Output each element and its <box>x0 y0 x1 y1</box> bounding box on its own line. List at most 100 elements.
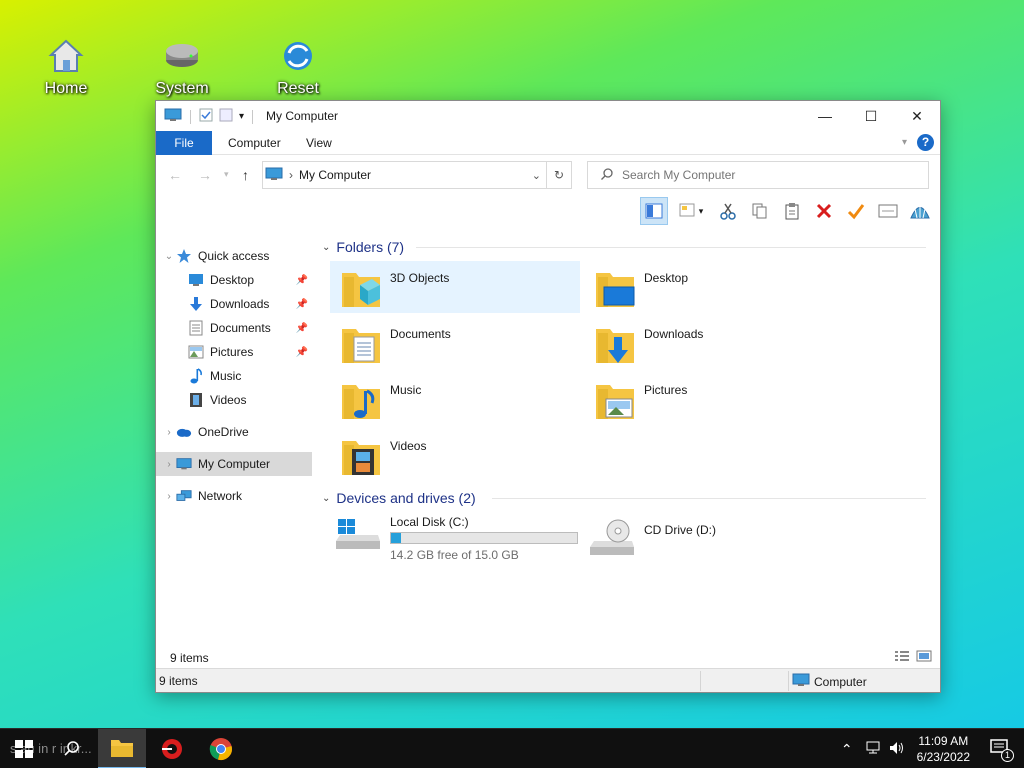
breadcrumb-separator: › <box>289 168 293 182</box>
navigation-pane: ⌄ Quick access Desktop 📌 Downloads 📌 Doc… <box>156 241 316 641</box>
copy-button[interactable] <box>746 197 774 225</box>
divider <box>416 247 926 248</box>
folder-label: Desktop <box>644 271 689 285</box>
search-input[interactable] <box>622 168 922 182</box>
desktop-folder-icon <box>592 265 638 311</box>
start-button[interactable] <box>0 729 48 768</box>
chrome-icon <box>209 738 232 760</box>
pin-icon[interactable]: 📌 <box>296 323 308 334</box>
volume-icon[interactable] <box>889 741 905 758</box>
pin-icon[interactable]: 📌 <box>296 347 308 358</box>
properties-icon[interactable] <box>199 108 213 125</box>
folder-label: Downloads <box>644 327 704 341</box>
folder-pictures[interactable]: Pictures <box>584 373 834 425</box>
paste-button[interactable] <box>778 197 806 225</box>
up-arrow-icon[interactable]: ↑ <box>242 167 249 183</box>
clock-time: 11:09 AM <box>918 734 969 748</box>
drive-cd-d[interactable]: CD Drive (D:) <box>588 519 716 559</box>
drive-local-disk-c[interactable]: Local Disk (C:) 14.2 GB free of 15.0 GB <box>334 515 578 562</box>
desktop-icon-home[interactable]: Home <box>26 38 106 98</box>
nav-item-music[interactable]: Music <box>156 364 312 388</box>
nav-item-label: My Computer <box>198 457 271 471</box>
folder-videos[interactable]: Videos <box>330 429 580 481</box>
pin-icon[interactable]: 📌 <box>296 299 308 310</box>
folder-label: Pictures <box>644 383 688 397</box>
desktop-icon-label: Reset <box>277 80 319 97</box>
shell-button[interactable] <box>906 197 934 225</box>
computer-icon <box>265 167 283 184</box>
expand-ribbon-icon[interactable]: ▾ <box>902 137 907 148</box>
desktop-icon-reset[interactable]: Reset <box>258 38 338 98</box>
chevron-down-icon[interactable]: ⌄ <box>322 242 330 253</box>
nav-item-quick-access[interactable]: ⌄ Quick access <box>156 244 312 268</box>
large-icons-view-icon[interactable] <box>916 650 932 665</box>
nav-item-network[interactable]: › Network <box>156 484 312 508</box>
taskbar-app[interactable] <box>148 729 196 768</box>
back-arrow-icon[interactable]: ← <box>168 167 182 183</box>
nav-item-label: Documents <box>210 321 271 335</box>
help-icon[interactable]: ? <box>917 134 934 151</box>
nav-item-my-computer[interactable]: › My Computer <box>156 452 312 476</box>
folder-music[interactable]: Music <box>330 373 580 425</box>
nav-item-label: OneDrive <box>198 425 249 439</box>
chevron-down-icon[interactable]: ⌄ <box>162 251 176 262</box>
nav-item-desktop[interactable]: Desktop 📌 <box>156 268 312 292</box>
delete-x-icon <box>816 203 832 219</box>
cut-button[interactable] <box>714 197 742 225</box>
nav-item-videos[interactable]: Videos <box>156 388 312 412</box>
taskbar-chrome[interactable] <box>198 729 244 768</box>
nav-item-documents[interactable]: Documents 📌 <box>156 316 312 340</box>
properties-button[interactable] <box>874 197 902 225</box>
forward-arrow-icon[interactable]: → <box>198 167 212 183</box>
folder-label: Music <box>390 383 422 397</box>
delete-button[interactable] <box>810 197 838 225</box>
new-item-button[interactable]: ▾ <box>672 197 710 225</box>
chevron-up-icon[interactable]: ⌃ <box>841 741 853 758</box>
search-box[interactable] <box>587 161 929 189</box>
drive-label: Local Disk (C:) <box>390 515 469 529</box>
taskbar-file-explorer[interactable] <box>98 729 146 768</box>
tab-view[interactable]: View <box>292 131 346 155</box>
desktop-icon-system[interactable]: System <box>142 38 222 98</box>
folder-desktop[interactable]: Desktop <box>584 261 834 313</box>
new-folder-icon[interactable] <box>219 108 233 125</box>
nav-item-pictures[interactable]: Pictures 📌 <box>156 340 312 364</box>
nav-item-onedrive[interactable]: › OneDrive <box>156 420 312 444</box>
recent-locations-icon[interactable]: ▾ <box>224 169 229 180</box>
chevron-right-icon[interactable]: › <box>162 459 176 470</box>
nav-item-downloads[interactable]: Downloads 📌 <box>156 292 312 316</box>
folders-group-header[interactable]: ⌄ Folders (7) <box>322 239 404 255</box>
refresh-globe-icon <box>280 38 316 74</box>
chevron-right-icon[interactable]: › <box>162 427 176 438</box>
address-bar[interactable]: › My Computer ⌄ <box>262 161 572 189</box>
close-button[interactable]: ✕ <box>894 101 940 131</box>
refresh-button[interactable]: ↻ <box>546 161 572 189</box>
maximize-button[interactable]: ☐ <box>848 101 894 131</box>
network-icon[interactable] <box>865 741 881 758</box>
tab-file[interactable]: File <box>156 131 212 155</box>
clock[interactable]: 11:09 AM 6/23/2022 <box>917 733 970 765</box>
chevron-down-icon[interactable]: ⌄ <box>322 493 330 504</box>
minimize-button[interactable]: — <box>802 101 848 131</box>
chevron-down-icon[interactable]: ⌄ <box>532 169 541 182</box>
details-view-icon[interactable] <box>894 650 910 665</box>
music-note-icon <box>188 368 204 384</box>
chevron-right-icon[interactable]: › <box>162 491 176 502</box>
item-count: 9 items <box>170 651 209 665</box>
chevron-down-icon[interactable]: ▾ <box>239 111 244 122</box>
navigation-pane-button[interactable] <box>640 197 668 225</box>
notification-center-button[interactable]: 1 <box>990 738 1014 762</box>
checkmark-icon <box>847 204 865 220</box>
folder-label: Documents <box>390 327 451 341</box>
folder-3d-objects[interactable]: 3D Objects <box>330 261 580 313</box>
group-header-label: Devices and drives (2) <box>336 490 476 506</box>
drives-group-header[interactable]: ⌄ Devices and drives (2) <box>322 490 476 506</box>
drive-usage-bar <box>390 532 578 544</box>
windows-drive-icon <box>334 515 382 555</box>
search-button[interactable] <box>48 729 96 768</box>
tab-computer[interactable]: Computer <box>214 131 295 155</box>
pin-icon[interactable]: 📌 <box>296 275 308 286</box>
rename-button[interactable] <box>842 197 870 225</box>
folder-downloads[interactable]: Downloads <box>584 317 834 369</box>
folder-documents[interactable]: Documents <box>330 317 580 369</box>
